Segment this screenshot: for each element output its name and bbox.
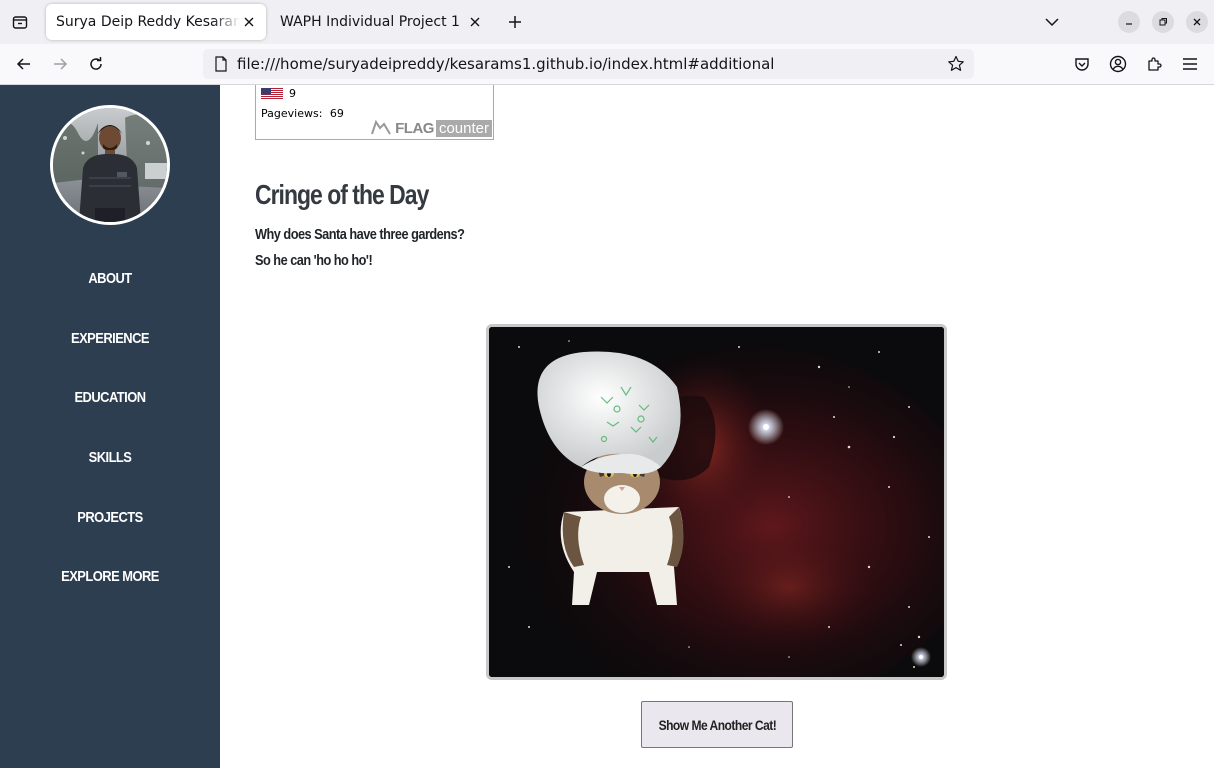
chevron-down-icon bbox=[1045, 18, 1059, 27]
tab-close-button[interactable] bbox=[466, 13, 484, 31]
tab-bar: Surya Deip Reddy Kesaram - I WAPH Indivi… bbox=[0, 0, 1214, 44]
sidebar: ABOUT EXPERIENCE EDUCATION SKILLS PROJEC… bbox=[0, 85, 220, 768]
show-another-cat-label: Show Me Another Cat! bbox=[658, 716, 776, 733]
url-bar[interactable]: file:///home/suryadeipreddy/kesarams1.gi… bbox=[203, 49, 974, 79]
firefox-view-icon bbox=[12, 16, 28, 29]
list-all-tabs-button[interactable] bbox=[1040, 10, 1064, 34]
joke-question: Why does Santa have three gardens? bbox=[255, 226, 465, 243]
joke-answer: So he can 'ho ho ho'! bbox=[255, 252, 373, 269]
pocket-icon bbox=[1075, 58, 1089, 71]
close-window-button[interactable] bbox=[1186, 11, 1208, 33]
flag-counter-logo: FLAG counter bbox=[370, 118, 492, 138]
flag-counter-widget[interactable]: 9 Pageviews: 69 FLAG counter bbox=[255, 85, 494, 140]
logo-counter-text: counter bbox=[435, 119, 492, 137]
nav-about[interactable]: ABOUT bbox=[15, 270, 204, 287]
reload-icon bbox=[90, 57, 102, 70]
account-button[interactable] bbox=[1106, 52, 1130, 76]
back-button[interactable] bbox=[12, 52, 36, 76]
close-icon bbox=[1193, 18, 1201, 26]
us-flag-icon bbox=[261, 87, 283, 100]
nav-experience[interactable]: EXPERIENCE bbox=[15, 330, 204, 347]
puzzle-icon bbox=[1148, 57, 1162, 71]
tab-portfolio[interactable]: Surya Deip Reddy Kesaram - I bbox=[46, 4, 266, 40]
menu-button[interactable] bbox=[1178, 52, 1202, 76]
arrow-right-icon bbox=[54, 58, 68, 70]
tab-title: WAPH Individual Project 1 bbox=[280, 14, 460, 30]
pageviews-value: 69 bbox=[329, 107, 344, 120]
show-another-cat-button[interactable]: Show Me Another Cat! bbox=[641, 701, 793, 748]
url-text[interactable]: file:///home/suryadeipreddy/kesarams1.gi… bbox=[237, 55, 946, 73]
tab-title: Surya Deip Reddy Kesaram - I bbox=[56, 14, 240, 30]
minimize-icon bbox=[1126, 23, 1132, 25]
close-icon bbox=[470, 17, 480, 27]
nav-explore-more[interactable]: EXPLORE MORE bbox=[15, 568, 204, 585]
country-visitor-count: 9 bbox=[289, 87, 296, 100]
main-content: 9 Pageviews: 69 FLAG counter Cringe of t… bbox=[220, 85, 1214, 768]
profile-avatar bbox=[50, 105, 170, 225]
extensions-button[interactable] bbox=[1142, 52, 1166, 76]
page-icon bbox=[213, 56, 229, 72]
flag-counter-logo-icon bbox=[371, 120, 391, 135]
restore-button[interactable] bbox=[1152, 11, 1174, 33]
forward-button[interactable] bbox=[48, 52, 72, 76]
minimize-button[interactable] bbox=[1118, 11, 1140, 33]
account-icon bbox=[1109, 55, 1127, 73]
reload-button[interactable] bbox=[84, 52, 108, 76]
nav-education[interactable]: EDUCATION bbox=[15, 389, 204, 406]
logo-flag-text: FLAG bbox=[395, 119, 434, 137]
cat-image bbox=[486, 324, 947, 680]
close-icon bbox=[244, 17, 254, 27]
new-tab-button[interactable] bbox=[503, 10, 527, 34]
pageviews-label: Pageviews: bbox=[261, 107, 323, 120]
cringe-section-title: Cringe of the Day bbox=[255, 179, 429, 210]
nav-skills[interactable]: SKILLS bbox=[15, 449, 204, 466]
pocket-button[interactable] bbox=[1070, 52, 1094, 76]
tab-waph-project[interactable]: WAPH Individual Project 1 bbox=[270, 4, 492, 40]
plus-icon bbox=[509, 16, 521, 28]
navigation-toolbar: file:///home/suryadeipreddy/kesarams1.gi… bbox=[0, 44, 1214, 85]
hamburger-menu-icon bbox=[1183, 58, 1197, 70]
arrow-left-icon bbox=[16, 58, 30, 70]
bookmark-star-icon[interactable] bbox=[946, 54, 966, 74]
nav-projects[interactable]: PROJECTS bbox=[15, 509, 204, 526]
tab-close-button[interactable] bbox=[240, 13, 258, 31]
firefox-view-button[interactable] bbox=[8, 10, 32, 34]
restore-icon bbox=[1159, 18, 1167, 26]
